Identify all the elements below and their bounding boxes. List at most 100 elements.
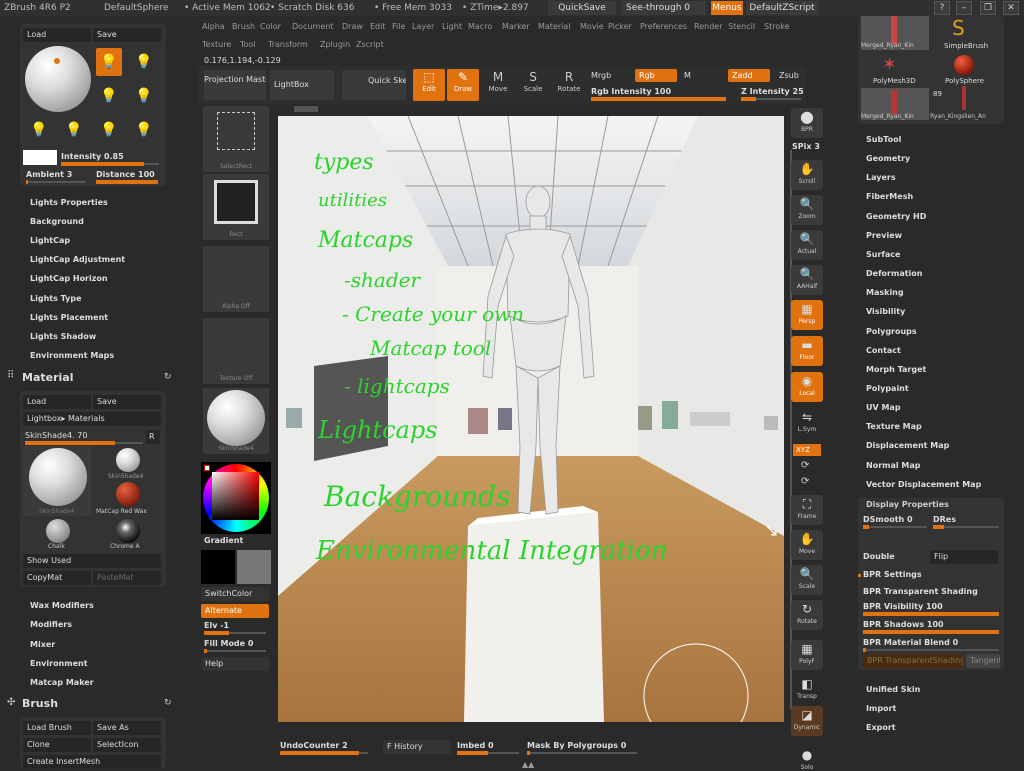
history-button[interactable]: F History [383, 740, 451, 754]
display-properties-title[interactable]: Display Properties [866, 500, 949, 509]
menu-stencil[interactable]: Stencil [728, 22, 755, 31]
actual-button[interactable]: 🔍 Actual [791, 230, 823, 260]
tool-menu-geometry[interactable]: Geometry [866, 154, 910, 163]
distance-slider[interactable]: Distance 100 [96, 170, 155, 179]
menu-brush[interactable]: Brush [232, 22, 255, 31]
color-picker[interactable] [201, 462, 271, 534]
material-slider-track[interactable] [25, 441, 143, 445]
see-through-slider[interactable]: See-through 0 [622, 1, 706, 15]
quick-sketch-button[interactable]: Quick Sketch [342, 70, 406, 100]
light-color-swatch[interactable] [23, 150, 57, 165]
menu-movie[interactable]: Movie [580, 22, 604, 31]
menu-material[interactable]: Material [538, 22, 571, 31]
fill-mode-slider[interactable]: Fill Mode 0 [204, 639, 253, 648]
simple-brush-icon[interactable]: S [952, 16, 965, 40]
scale-view-button[interactable]: 🔍 Scale [791, 565, 823, 595]
dsmooth-track[interactable] [863, 525, 927, 529]
save-as-button[interactable]: Save As [93, 721, 161, 735]
create-insertmesh-button[interactable]: Create InsertMesh [23, 755, 161, 769]
move-button[interactable]: M Move [483, 69, 513, 101]
help-button[interactable]: Help [201, 657, 269, 671]
menu-tool[interactable]: Tool [240, 40, 256, 49]
menu-document[interactable]: Document [292, 22, 333, 31]
rotate-button[interactable]: R Rotate [554, 69, 584, 101]
m-toggle[interactable]: M [684, 71, 691, 80]
menu-zscript[interactable]: Zscript [356, 40, 384, 49]
flip-button[interactable]: Flip [930, 550, 998, 564]
polymesh3d-star-icon[interactable]: ✶ [882, 54, 897, 75]
undo-counter-slider[interactable]: UndoCounter 2 [280, 741, 348, 750]
zsub-toggle[interactable]: Zsub [779, 71, 799, 80]
tool-menu-vector-displacement-map[interactable]: Vector Displacement Map [866, 480, 981, 489]
show-used-button[interactable]: Show Used [23, 554, 161, 568]
current-material-slider[interactable]: SkinShade4. 70 [25, 431, 87, 440]
ambient-track[interactable] [26, 180, 86, 184]
dres-track[interactable] [933, 525, 999, 529]
bpr-visibility-track[interactable] [863, 612, 999, 616]
load-brush-button[interactable]: Load Brush [23, 721, 91, 735]
menu-alpha[interactable]: Alpha [202, 22, 225, 31]
mask-by-polygroups-slider[interactable]: Mask By Polygroups 0 [527, 741, 626, 750]
bpr-button[interactable]: ● BPR [791, 108, 823, 138]
elv-track[interactable] [204, 631, 266, 635]
lightbox-button[interactable]: LightBox [270, 70, 334, 100]
refresh-icon[interactable]: ↻ [164, 372, 172, 382]
import-item[interactable]: Import [866, 704, 896, 713]
rotate-z-icon[interactable]: ⟳ [801, 476, 809, 487]
light-menu-lights-placement[interactable]: Lights Placement [30, 313, 108, 322]
light-bulb-3-icon[interactable]: 💡 [96, 82, 122, 110]
tool-menu-morph-target[interactable]: Morph Target [866, 365, 926, 374]
floor-button[interactable]: ▬ Floor [791, 336, 823, 366]
material-title[interactable]: Material [22, 371, 73, 384]
bpr-transparent-shading[interactable]: BPR Transparent Shading [863, 587, 978, 596]
light-position-handle[interactable] [54, 58, 60, 64]
light-bulb-8-icon[interactable]: 💡 [131, 116, 157, 144]
z-intensity-track[interactable] [741, 97, 801, 101]
restore-icon[interactable]: ❐ [980, 1, 996, 15]
light-menu-background[interactable]: Background [30, 217, 84, 226]
skinshade-sphere[interactable] [29, 448, 87, 506]
move-view-button[interactable]: ✋ Move [791, 530, 823, 560]
alternate-button[interactable]: Alternate [201, 604, 269, 618]
bpr-visibility-slider[interactable]: BPR Visibility 100 [863, 602, 943, 611]
ambient-slider[interactable]: Ambient 3 [26, 170, 72, 179]
matcap-red-wax-thumb[interactable] [116, 482, 140, 506]
rotate-view-button[interactable]: ↻ Rotate [791, 600, 823, 630]
light-intensity-slider[interactable]: Intensity 0.85 [61, 152, 124, 161]
menu-texture[interactable]: Texture [202, 40, 231, 49]
menus-button[interactable]: Menus [711, 1, 743, 15]
tool-menu-normal-map[interactable]: Normal Map [866, 461, 920, 470]
bpr-transparent-shading-button[interactable]: BPR TransparentShading [863, 654, 963, 668]
material-r-button[interactable]: R [146, 430, 160, 444]
main-color-swatch[interactable] [201, 550, 235, 584]
select-rect-tool[interactable]: SelectRect [203, 106, 269, 172]
tool-menu-layers[interactable]: Layers [866, 173, 896, 182]
bpr-shadows-track[interactable] [863, 630, 999, 634]
menu-file[interactable]: File [392, 22, 405, 31]
light-menu-lightcap[interactable]: LightCap [30, 236, 70, 245]
tray-handle[interactable] [294, 106, 318, 112]
tool-menu-surface[interactable]: Surface [866, 250, 900, 259]
quicksave-button[interactable]: QuickSave [548, 1, 616, 15]
ryan-kingslien-figure[interactable] [962, 86, 966, 110]
mask-by-polygroups-track[interactable] [527, 751, 637, 755]
tool-menu-texture-map[interactable]: Texture Map [866, 422, 922, 431]
chalk-thumb[interactable] [46, 519, 70, 543]
elv-slider[interactable]: Elv -1 [204, 621, 229, 630]
tool-menu-polygroups[interactable]: Polygroups [866, 327, 917, 336]
material-shelf-tile[interactable]: SkinShade4 [203, 388, 269, 454]
tool-menu-displacement-map[interactable]: Displacement Map [866, 441, 949, 450]
chrome-a-thumb[interactable] [116, 519, 140, 543]
light-bulb-2-icon[interactable]: 💡 [131, 48, 157, 76]
material-load-button[interactable]: Load [23, 395, 91, 409]
light-save-button[interactable]: Save [93, 28, 161, 42]
local-button[interactable]: ◉ Local [791, 372, 823, 402]
transp-button[interactable]: ◧ Transp [791, 675, 823, 705]
gradient-toggle[interactable]: Gradient [204, 536, 243, 545]
lsym-button[interactable]: ⇋ L.Sym [791, 408, 823, 438]
close-icon[interactable]: ✕ [1003, 1, 1019, 15]
tool-menu-geometry-hd[interactable]: Geometry HD [866, 212, 926, 221]
frame-button[interactable]: ⛶ Frame [791, 495, 823, 525]
imbed-slider[interactable]: Imbed 0 [457, 741, 494, 750]
tool-menu-deformation[interactable]: Deformation [866, 269, 922, 278]
